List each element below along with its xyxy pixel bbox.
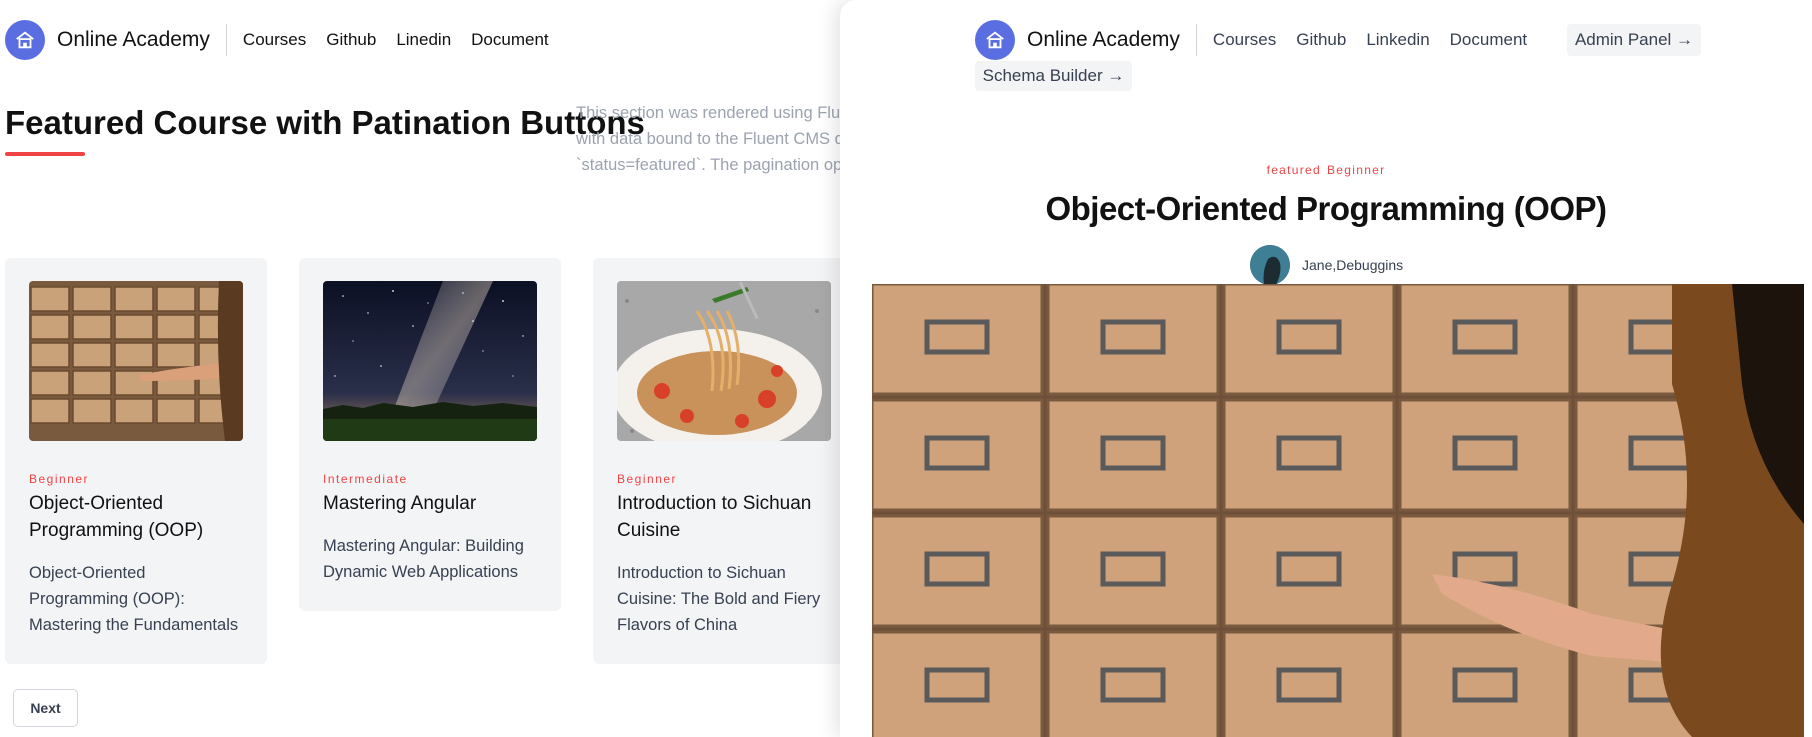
status-tag: featured: [1266, 163, 1321, 177]
main-page: Online Academy Courses Github Linedin Do…: [0, 0, 860, 737]
brand-name[interactable]: Online Academy: [57, 28, 210, 52]
nav-link-courses[interactable]: Courses: [243, 30, 306, 50]
course-level: Beginner: [29, 472, 90, 486]
top-nav: Online Academy Courses Github Linedin Do…: [5, 20, 569, 60]
nav-link-courses[interactable]: Courses: [1213, 30, 1276, 50]
section-description: This section was rendered using Flue wit…: [576, 104, 850, 174]
course-title[interactable]: Object-Oriented Programming (OOP): [29, 490, 243, 544]
course-detail-panel: Online Academy Courses Github Linkedin D…: [840, 0, 1812, 737]
nav-link-linkedin[interactable]: Linedin: [396, 30, 451, 50]
course-description: Introduction to Sichuan Cuisine: The Bol…: [617, 564, 821, 634]
admin-panel-button[interactable]: Admin Panel →: [1567, 24, 1701, 56]
course-image-drawers: [29, 281, 243, 441]
brand-name[interactable]: Online Academy: [1027, 28, 1180, 52]
nav-divider: [225, 24, 227, 56]
course-image-night-sky: [323, 281, 537, 441]
nav-divider: [1195, 24, 1197, 56]
home-icon[interactable]: [975, 20, 1015, 60]
panel-top-nav: Online Academy Courses Github Linkedin D…: [975, 20, 1547, 60]
course-card[interactable]: Beginner Object-Oriented Programming (OO…: [5, 258, 267, 664]
section-title: Featured Course with Patination Buttons: [5, 104, 645, 141]
course-card[interactable]: Beginner Introduction to Sichuan Cuisine…: [593, 258, 855, 664]
nav-link-github[interactable]: Github: [326, 30, 376, 50]
title-underline: [5, 152, 85, 156]
course-detail-title: Object-Oriented Programming (OOP): [1045, 190, 1607, 227]
author-info[interactable]: Jane,Debuggins: [1250, 245, 1403, 285]
level-tag: Beginner: [1327, 163, 1386, 177]
nav-link-document[interactable]: Document: [1450, 30, 1527, 50]
course-title[interactable]: Introduction to Sichuan Cuisine: [617, 490, 831, 544]
course-card[interactable]: Intermediate Mastering Angular Mastering…: [299, 258, 561, 611]
home-icon[interactable]: [5, 20, 45, 60]
course-description: Object-Oriented Programming (OOP): Maste…: [29, 564, 239, 634]
nav-link-github[interactable]: Github: [1296, 30, 1346, 50]
nav-link-linkedin[interactable]: Linkedin: [1366, 30, 1429, 50]
course-level: Intermediate: [323, 472, 408, 486]
next-page-button[interactable]: Next: [13, 689, 78, 727]
course-hero-image: [872, 284, 1804, 737]
course-tags: featured Beginner: [840, 163, 1812, 177]
author-name: Jane,Debuggins: [1302, 257, 1404, 273]
course-level: Beginner: [617, 472, 678, 486]
course-image-spaghetti: [617, 281, 831, 441]
schema-builder-button[interactable]: Schema Builder →: [975, 61, 1132, 91]
avatar: [1250, 245, 1290, 285]
nav-link-document[interactable]: Document: [471, 30, 548, 50]
course-description: Mastering Angular: Building Dynamic Web …: [323, 537, 524, 581]
course-title[interactable]: Mastering Angular: [323, 490, 537, 517]
